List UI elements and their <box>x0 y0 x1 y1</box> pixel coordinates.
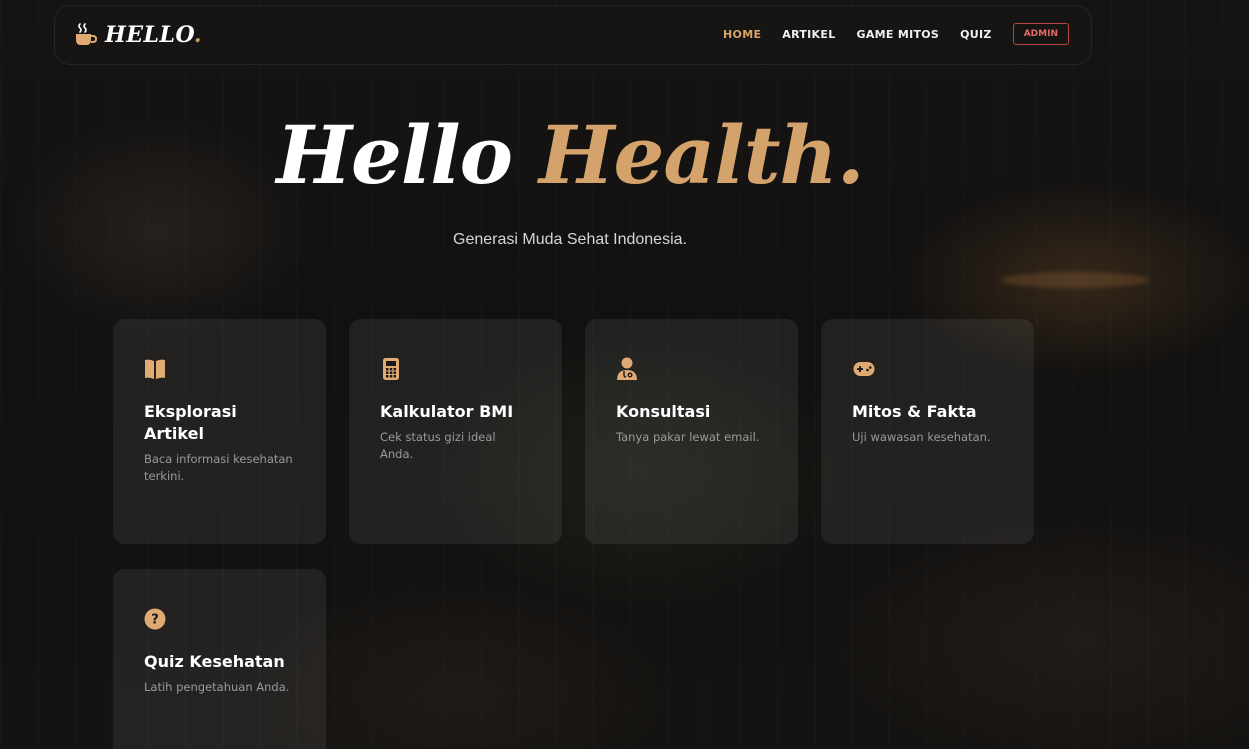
book-open-icon <box>145 359 165 379</box>
card-title: Kalkulator BMI <box>380 402 514 421</box>
card-description: Tanya pakar lewat email. <box>616 430 760 444</box>
card-title: Mitos & Fakta <box>852 402 977 421</box>
coffee-cup-icon <box>76 23 97 45</box>
nav-menu: HOME ARTIKEL GAME MITOS QUIZ ADMIN <box>723 23 1069 45</box>
nav-artikel[interactable]: ARTIKEL <box>782 28 835 41</box>
nav-game-mitos[interactable]: GAME MITOS <box>857 28 940 41</box>
card-title: Quiz Kesehatan <box>144 652 285 671</box>
gamepad-icon <box>853 362 875 376</box>
svg-text:?: ? <box>151 613 159 628</box>
brand-logo[interactable]: HELLO. <box>75 22 202 48</box>
hero-title-accent: Health. <box>538 108 865 202</box>
question-circle-icon: ? <box>144 608 166 630</box>
card-description: Baca informasi kesehatan terkini. <box>144 452 293 483</box>
nav-quiz[interactable]: QUIZ <box>960 28 992 41</box>
card-konsultasi[interactable]: Konsultasi Tanya pakar lewat email. <box>585 319 798 544</box>
navbar: HELLO. HOME ARTIKEL GAME MITOS QUIZ ADMI… <box>54 5 1092 65</box>
card-description: Latih pengetahuan Anda. <box>144 680 290 694</box>
brand-text: HELLO. <box>105 22 203 48</box>
card-eksplorasi-artikel[interactable]: Eksplorasi Artikel Baca informasi keseha… <box>113 319 326 544</box>
card-mitos-fakta[interactable]: Mitos & Fakta Uji wawasan kesehatan. <box>821 319 1034 544</box>
user-doctor-icon <box>617 357 637 380</box>
nav-home[interactable]: HOME <box>723 28 761 41</box>
card-kalkulator-bmi[interactable]: Kalkulator BMI Cek status gizi ideal And… <box>349 319 562 544</box>
card-description: Uji wawasan kesehatan. <box>852 430 991 444</box>
card-quiz-kesehatan[interactable]: ? Quiz Kesehatan Latih pengetahuan Anda. <box>113 569 326 749</box>
admin-button[interactable]: ADMIN <box>1012 23 1069 45</box>
hero-title: Hello Health. <box>0 108 1140 202</box>
card-description: Cek status gizi ideal Anda. <box>380 430 496 461</box>
hero-title-main: Hello <box>276 108 513 202</box>
card-title: Eksplorasi Artikel <box>144 402 237 443</box>
hero-subtitle: Generasi Muda Sehat Indonesia. <box>453 231 687 248</box>
calculator-icon <box>383 358 399 380</box>
ceiling-lamp <box>1000 272 1150 288</box>
card-title: Konsultasi <box>616 402 711 421</box>
